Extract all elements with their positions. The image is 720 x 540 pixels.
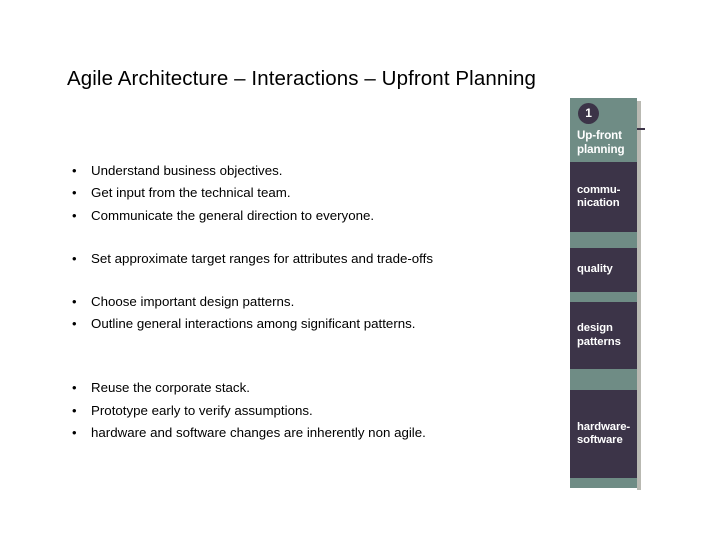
bullet-group-3: • Choose important design patterns. • Ou… [67, 291, 547, 336]
bullet-group-4: • Reuse the corporate stack. • Prototype… [67, 377, 547, 444]
step-number-badge: 1 [578, 103, 599, 124]
list-item: • Communicate the general direction to e… [67, 205, 547, 227]
diagram-block-quality[interactable]: quality [570, 248, 637, 292]
diagram-spacer [570, 292, 637, 302]
bullet-marker-icon: • [72, 251, 77, 267]
slide-canvas: Agile Architecture – Interactions – Upfr… [0, 0, 720, 540]
list-item-label: Set approximate target ranges for attrib… [91, 251, 433, 267]
bullet-marker-icon: • [72, 425, 77, 441]
page-title: Agile Architecture – Interactions – Upfr… [67, 67, 536, 90]
bullet-marker-icon: • [72, 185, 77, 201]
diagram-shadow [637, 101, 641, 490]
diagram-block-communication[interactable]: commu- nication [570, 162, 637, 232]
process-diagram: 1 Up-front planning commu- nication qual… [570, 98, 637, 488]
diagram-block-label: hardware- software [577, 420, 631, 447]
diagram-block-label: design patterns [577, 322, 621, 348]
list-item: • Prototype early to verify assumptions. [67, 400, 547, 422]
bullet-marker-icon: • [72, 402, 77, 418]
bullet-body: • Understand business objectives. • Get … [67, 160, 547, 445]
diagram-block-hardware-software[interactable]: hardware- software [570, 390, 637, 478]
list-item-label: Get input from the technical team. [91, 185, 291, 201]
list-item: • Choose important design patterns. [67, 291, 547, 313]
diagram-block-upfront-planning[interactable]: 1 Up-front planning [570, 98, 637, 162]
list-item: • Outline general interactions among sig… [67, 313, 547, 335]
list-item-label: Outline general interactions among signi… [91, 316, 416, 332]
bullet-group-2: • Set approximate target ranges for attr… [67, 248, 547, 270]
diagram-block-label: quality [577, 263, 613, 276]
bullet-group-1: • Understand business objectives. • Get … [67, 160, 547, 227]
list-item: • Get input from the technical team. [67, 182, 547, 204]
diagram-block-design-patterns[interactable]: design patterns [570, 302, 637, 369]
list-item: • Understand business objectives. [67, 160, 547, 182]
diagram-spacer [570, 232, 637, 248]
bullet-marker-icon: • [72, 316, 77, 332]
diagram-spacer [570, 478, 637, 488]
list-item: • Set approximate target ranges for attr… [67, 248, 547, 270]
list-item: • hardware and software changes are inhe… [67, 422, 547, 444]
list-item-label: Choose important design patterns. [91, 293, 295, 309]
list-item-label: Understand business objectives. [91, 163, 283, 178]
bullet-marker-icon: • [72, 293, 77, 309]
diagram-block-label: Up-front planning [577, 129, 625, 156]
bullet-marker-icon: • [72, 163, 77, 178]
list-item-label: Communicate the general direction to eve… [91, 207, 375, 223]
list-item-label: Reuse the corporate stack. [91, 380, 250, 396]
bullet-marker-icon: • [72, 380, 77, 396]
list-item-label: Prototype early to verify assumptions. [91, 402, 313, 418]
diagram-block-label: commu- nication [577, 183, 621, 210]
list-item-label: hardware and software changes are inhere… [91, 425, 426, 441]
diagram-spacer [570, 369, 637, 390]
bullet-marker-icon: • [72, 207, 77, 223]
list-item: • Reuse the corporate stack. [67, 377, 547, 399]
